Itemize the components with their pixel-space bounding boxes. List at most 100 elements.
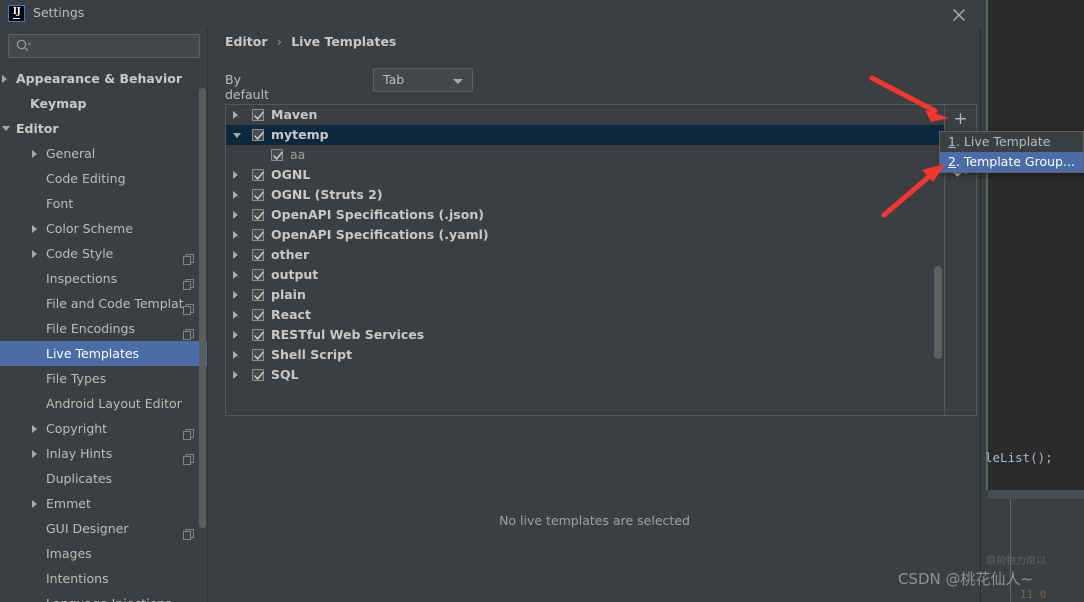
template-tree-row[interactable]: output — [226, 265, 945, 285]
template-tree-row[interactable]: other — [226, 245, 945, 265]
close-icon[interactable] — [946, 2, 972, 26]
template-tree-row[interactable]: OGNL (Struts 2) — [226, 185, 945, 205]
chevron-right-icon[interactable] — [32, 500, 37, 508]
template-tree-row[interactable]: aa — [226, 145, 945, 165]
template-checkbox[interactable] — [252, 369, 264, 381]
chevron-right-icon[interactable] — [233, 111, 238, 119]
template-checkbox[interactable] — [252, 129, 264, 141]
template-checkbox[interactable] — [252, 169, 264, 181]
chevron-right-icon[interactable] — [233, 311, 238, 319]
copy-settings-icon[interactable] — [183, 273, 194, 290]
sidebar-item-language-injections[interactable]: Language Injections — [0, 591, 208, 602]
sidebar-item-label: GUI Designer — [46, 521, 129, 536]
breadcrumb-root[interactable]: Editor — [225, 34, 268, 49]
chevron-right-icon[interactable] — [233, 211, 238, 219]
sidebar-item-gui-designer[interactable]: GUI Designer — [0, 516, 208, 541]
sidebar-item-label: Editor — [16, 121, 59, 136]
chevron-right-icon[interactable] — [233, 171, 238, 179]
template-tree-row[interactable]: SQL — [226, 365, 945, 385]
sidebar-item-general[interactable]: General — [0, 141, 208, 166]
copy-settings-icon[interactable] — [183, 298, 194, 315]
templates-scrollbar-thumb[interactable] — [934, 266, 942, 359]
sidebar-item-copyright[interactable]: Copyright — [0, 416, 208, 441]
chevron-right-icon[interactable] — [233, 371, 238, 379]
sidebar-item-duplicates[interactable]: Duplicates — [0, 466, 208, 491]
sidebar-item-font[interactable]: Font — [0, 191, 208, 216]
chevron-right-icon[interactable] — [32, 225, 37, 233]
sidebar-item-label: File and Code Templat — [46, 296, 184, 311]
template-row-label: OpenAPI Specifications (.json) — [271, 207, 484, 222]
template-checkbox[interactable] — [271, 149, 283, 161]
template-row-label: React — [271, 307, 311, 322]
sidebar-item-inlay-hints[interactable]: Inlay Hints — [0, 441, 208, 466]
add-template-popup-menu: 1. Live Template 2. Template Group... — [939, 131, 1084, 173]
sidebar-item-file-types[interactable]: File Types — [0, 366, 208, 391]
template-tree-row[interactable]: mytemp — [226, 125, 945, 145]
template-tree-row[interactable]: plain — [226, 285, 945, 305]
chevron-right-icon[interactable] — [233, 291, 238, 299]
sidebar-item-live-templates[interactable]: Live Templates — [0, 341, 208, 366]
sidebar-item-appearance-behavior[interactable]: Appearance & Behavior — [0, 66, 208, 91]
chevron-right-icon[interactable] — [32, 150, 37, 158]
sidebar-item-color-scheme[interactable]: Color Scheme — [0, 216, 208, 241]
sidebar-item-editor[interactable]: Editor — [0, 116, 208, 141]
chevron-down-icon[interactable] — [233, 133, 241, 138]
plus-icon[interactable]: + — [945, 105, 976, 133]
popup-menu-item[interactable]: 1. Live Template — [940, 132, 1083, 152]
copy-settings-icon[interactable] — [183, 248, 194, 265]
chevron-right-icon[interactable] — [233, 231, 238, 239]
template-tree-row[interactable]: React — [226, 305, 945, 325]
copy-settings-icon[interactable] — [183, 598, 194, 602]
popup-menu-item[interactable]: 2. Template Group... — [940, 152, 1083, 172]
template-tree-row[interactable]: Maven — [226, 105, 945, 125]
sidebar-item-keymap[interactable]: Keymap — [0, 91, 208, 116]
sidebar-item-code-style[interactable]: Code Style — [0, 241, 208, 266]
template-tree-row[interactable]: OpenAPI Specifications (.json) — [226, 205, 945, 225]
sidebar-item-code-editing[interactable]: Code Editing — [0, 166, 208, 191]
chevron-right-icon[interactable] — [2, 75, 7, 83]
chevron-right-icon[interactable] — [233, 331, 238, 339]
template-checkbox[interactable] — [252, 109, 264, 121]
template-tree-row[interactable]: OpenAPI Specifications (.yaml) — [226, 225, 945, 245]
copy-settings-icon[interactable] — [183, 323, 194, 340]
chevron-right-icon[interactable] — [32, 450, 37, 458]
template-checkbox[interactable] — [252, 289, 264, 301]
copy-settings-icon[interactable] — [183, 423, 194, 440]
template-checkbox[interactable] — [252, 249, 264, 261]
sidebar-tree[interactable]: Appearance & Behavior Keymap Editor General… — [0, 66, 208, 602]
sidebar-item-emmet[interactable]: Emmet — [0, 491, 208, 516]
sidebar-scrollbar[interactable] — [199, 88, 206, 528]
chevron-right-icon[interactable] — [32, 250, 37, 258]
expand-with-select[interactable]: Tab — [373, 68, 473, 92]
template-tree-row[interactable]: Shell Script — [226, 345, 945, 365]
sidebar-item-intentions[interactable]: Intentions — [0, 566, 208, 591]
sidebar-item-android-layout-editor[interactable]: Android Layout Editor — [0, 391, 208, 416]
sidebar-item-inspections[interactable]: Inspections — [0, 266, 208, 291]
template-tree-row[interactable]: OGNL — [226, 165, 945, 185]
popup-menu-item-mnemonic: 2 — [948, 154, 956, 169]
template-checkbox[interactable] — [252, 229, 264, 241]
template-checkbox[interactable] — [252, 189, 264, 201]
sidebar-item-images[interactable]: Images — [0, 541, 208, 566]
copy-settings-icon[interactable] — [183, 523, 194, 540]
sidebar-item-label: Inlay Hints — [46, 446, 113, 461]
sidebar-item-label: Copyright — [46, 421, 108, 436]
chevron-right-icon[interactable] — [233, 191, 238, 199]
template-checkbox[interactable] — [252, 209, 264, 221]
template-tree-row[interactable]: RESTful Web Services — [226, 325, 945, 345]
chevron-down-icon[interactable] — [2, 126, 10, 131]
chevron-right-icon[interactable] — [233, 351, 238, 359]
chevron-right-icon[interactable] — [233, 271, 238, 279]
template-checkbox[interactable] — [252, 269, 264, 281]
template-checkbox[interactable] — [252, 349, 264, 361]
chevron-right-icon[interactable] — [233, 251, 238, 259]
sidebar-item-file-and-code-templat[interactable]: File and Code Templat — [0, 291, 208, 316]
template-checkbox[interactable] — [252, 309, 264, 321]
ide-horizontal-splitter[interactable] — [988, 490, 1084, 499]
copy-settings-icon[interactable] — [183, 448, 194, 465]
sidebar-item-file-encodings[interactable]: File Encodings — [0, 316, 208, 341]
template-checkbox[interactable] — [252, 329, 264, 341]
search-input[interactable] — [8, 34, 200, 58]
live-templates-tree[interactable]: Maven mytemp aa OGNL OGNL (Struts 2) OpenAPI … — [226, 105, 945, 415]
chevron-right-icon[interactable] — [32, 425, 37, 433]
